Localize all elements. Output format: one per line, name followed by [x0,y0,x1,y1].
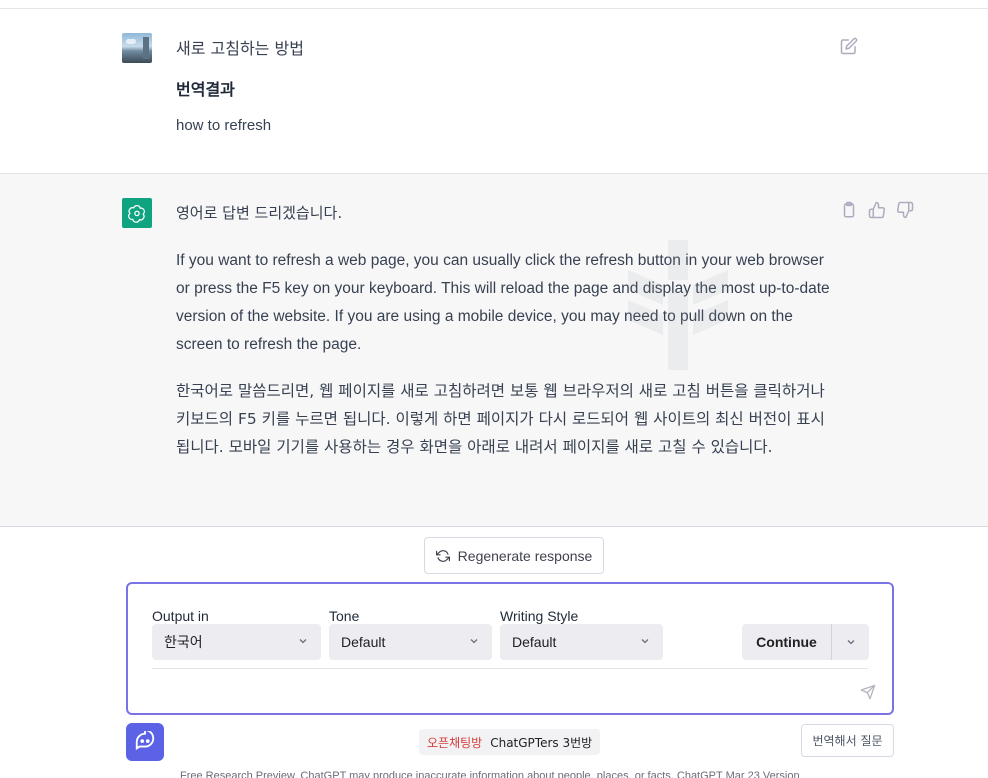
continue-button[interactable]: Continue [742,624,832,660]
assistant-paragraph-ko: 한국어로 말씀드리면, 웹 페이지를 새로 고침하려면 보통 웹 브라우저의 새… [176,382,825,456]
translation-heading: 번역결과 [176,80,235,99]
writing-style-value: Default [512,634,557,650]
regenerate-label: Regenerate response [457,547,593,564]
translation-text: how to refresh [176,117,272,134]
bot-face-icon [135,731,155,751]
translate-question-button[interactable]: 번역해서 질문 [801,724,894,757]
chevron-down-icon [299,639,307,644]
watermark-logo-icon [628,240,728,370]
panel-divider [152,668,868,669]
prompt-panel: Output in 한국어 Tone Default Writing Style… [126,582,894,715]
output-language-select[interactable]: 한국어 [152,624,321,660]
chevron-down-icon [470,639,478,644]
bot-face-button[interactable] [126,723,164,761]
clipboard-icon[interactable] [840,201,858,219]
user-message: 새로 고침하는 방법 번역결과 how to refresh [0,9,988,174]
footer-disclaimer: Free Research Preview. ChatGPT may produ… [180,770,800,778]
open-chat-chip[interactable]: 오픈채팅방 ChatGPTers 3번방 [419,729,601,755]
thumbs-up-icon[interactable] [868,201,886,219]
regenerate-button[interactable]: Regenerate response [424,537,604,574]
chatgpt-logo-icon [122,198,152,228]
chevron-down-icon [847,640,854,645]
user-prompt-text: 새로 고침하는 방법 [176,39,304,58]
output-language-value: 한국어 [164,635,203,651]
tone-value: Default [341,634,386,650]
thumbs-down-icon[interactable] [896,201,914,219]
open-chat-room-label: ChatGPTers 3번방 [490,735,593,750]
send-icon[interactable] [860,684,876,700]
edit-icon[interactable] [840,37,858,55]
tone-label: Tone [329,608,360,624]
output-label: Output in [152,608,209,624]
chevron-down-icon [641,639,649,644]
writing-style-label: Writing Style [500,608,579,624]
assistant-lead-text: 영어로 답변 드리겠습니다. [176,204,343,222]
user-avatar [122,33,152,63]
message-actions [840,201,914,219]
open-chat-link[interactable]: 오픈채팅방 [427,734,482,751]
tone-select[interactable]: Default [329,624,492,660]
refresh-icon [435,549,450,562]
continue-group: Continue [742,624,869,660]
continue-dropdown-button[interactable] [832,624,869,660]
writing-style-select[interactable]: Default [500,624,663,660]
assistant-message: 영어로 답변 드리겠습니다. If you want to refresh a … [0,174,988,527]
